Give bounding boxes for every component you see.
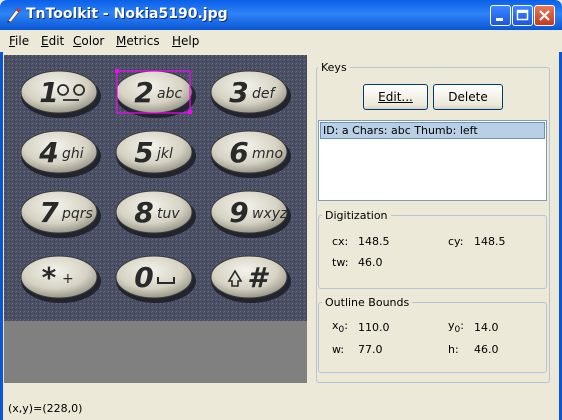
- key-digit: 1: [39, 76, 58, 109]
- menu-help[interactable]: Help: [172, 34, 199, 48]
- menu-edit[interactable]: Edit: [41, 34, 64, 48]
- key-digit: 3: [229, 76, 248, 109]
- maximize-icon: [516, 9, 529, 21]
- key-digit: #: [247, 261, 269, 294]
- y0-label: y0:: [448, 319, 464, 336]
- list-item[interactable]: ID: a Chars: abc Thumb: left: [320, 122, 545, 139]
- key-digit: 8: [134, 196, 153, 229]
- menu-file[interactable]: File: [9, 34, 29, 48]
- keys-list[interactable]: ID: a Chars: abc Thumb: left: [318, 120, 547, 201]
- cy-value: 148.5: [474, 235, 506, 248]
- selection-handle-nw[interactable]: [115, 69, 119, 73]
- key-letters: mno: [252, 146, 283, 162]
- outline-bounds-group: [318, 302, 547, 373]
- window-border-left: [0, 30, 3, 420]
- delete-button[interactable]: Delete: [433, 84, 503, 110]
- key-digit: 2: [134, 76, 153, 109]
- key-digit: 0: [134, 261, 153, 294]
- tw-value: 46.0: [358, 256, 383, 269]
- window-title: TnToolkit - Nokia5190.jpg: [26, 6, 228, 22]
- cy-label: cy:: [448, 235, 464, 248]
- keypad-photo[interactable]: 1 2 abc 3 def 4 ghi 5 jkl 6 mno 7 pqrs 8 tuv 9 wxyz * +0 #: [4, 55, 307, 321]
- minimize-button[interactable]: [490, 5, 511, 26]
- key-digit: 9: [229, 196, 248, 229]
- close-icon: [539, 10, 550, 21]
- status-coordinates: (x,y)=(228,0): [8, 402, 83, 415]
- outline-bounds-legend: Outline Bounds: [322, 296, 413, 309]
- key-digit: 5: [134, 136, 153, 169]
- edit-button[interactable]: Edit...: [363, 84, 428, 110]
- w-value: 77.0: [358, 343, 383, 356]
- h-value: 46.0: [474, 343, 499, 356]
- app-icon: [7, 8, 21, 23]
- key-digit: 4: [38, 136, 58, 169]
- minimize-icon: [496, 18, 503, 21]
- menu-metrics[interactable]: Metrics: [116, 34, 160, 48]
- key-letters: jkl: [155, 146, 173, 162]
- maximize-button[interactable]: [512, 5, 533, 26]
- tw-label: tw:: [332, 256, 349, 269]
- key-letters: def: [252, 86, 277, 102]
- title-bar[interactable]: TnToolkit - Nokia5190.jpg: [0, 0, 562, 30]
- key-letters: ghi: [62, 146, 84, 162]
- close-button[interactable]: [534, 5, 555, 26]
- key-letters: +: [62, 271, 74, 287]
- image-canvas[interactable]: 1 2 abc 3 def 4 ghi 5 jkl 6 mno 7 pqrs 8 tuv 9 wxyz * +0 #: [4, 55, 307, 383]
- key-letters: pqrs: [61, 206, 93, 222]
- keys-legend: Keys: [318, 61, 350, 74]
- selection-handle-se[interactable]: [188, 110, 192, 114]
- key-digit: 6: [229, 136, 248, 169]
- cx-label: cx:: [332, 235, 349, 248]
- key-letters: tuv: [157, 206, 180, 222]
- x0-label: x0:: [332, 319, 348, 336]
- menu-color[interactable]: Color: [73, 34, 104, 48]
- y0-value: 14.0: [474, 321, 499, 334]
- w-label: w:: [332, 343, 345, 356]
- key-digit: 7: [39, 196, 59, 229]
- digitization-group: [318, 215, 547, 289]
- menu-bar: File Edit Color Metrics Help: [0, 30, 562, 52]
- cx-value: 148.5: [358, 235, 390, 248]
- h-label: h:: [448, 343, 459, 356]
- key-letters: wxyz: [252, 206, 288, 222]
- digitization-legend: Digitization: [322, 209, 391, 222]
- key-letters: abc: [157, 86, 182, 102]
- key-digit: *: [42, 261, 57, 294]
- x0-value: 110.0: [358, 321, 390, 334]
